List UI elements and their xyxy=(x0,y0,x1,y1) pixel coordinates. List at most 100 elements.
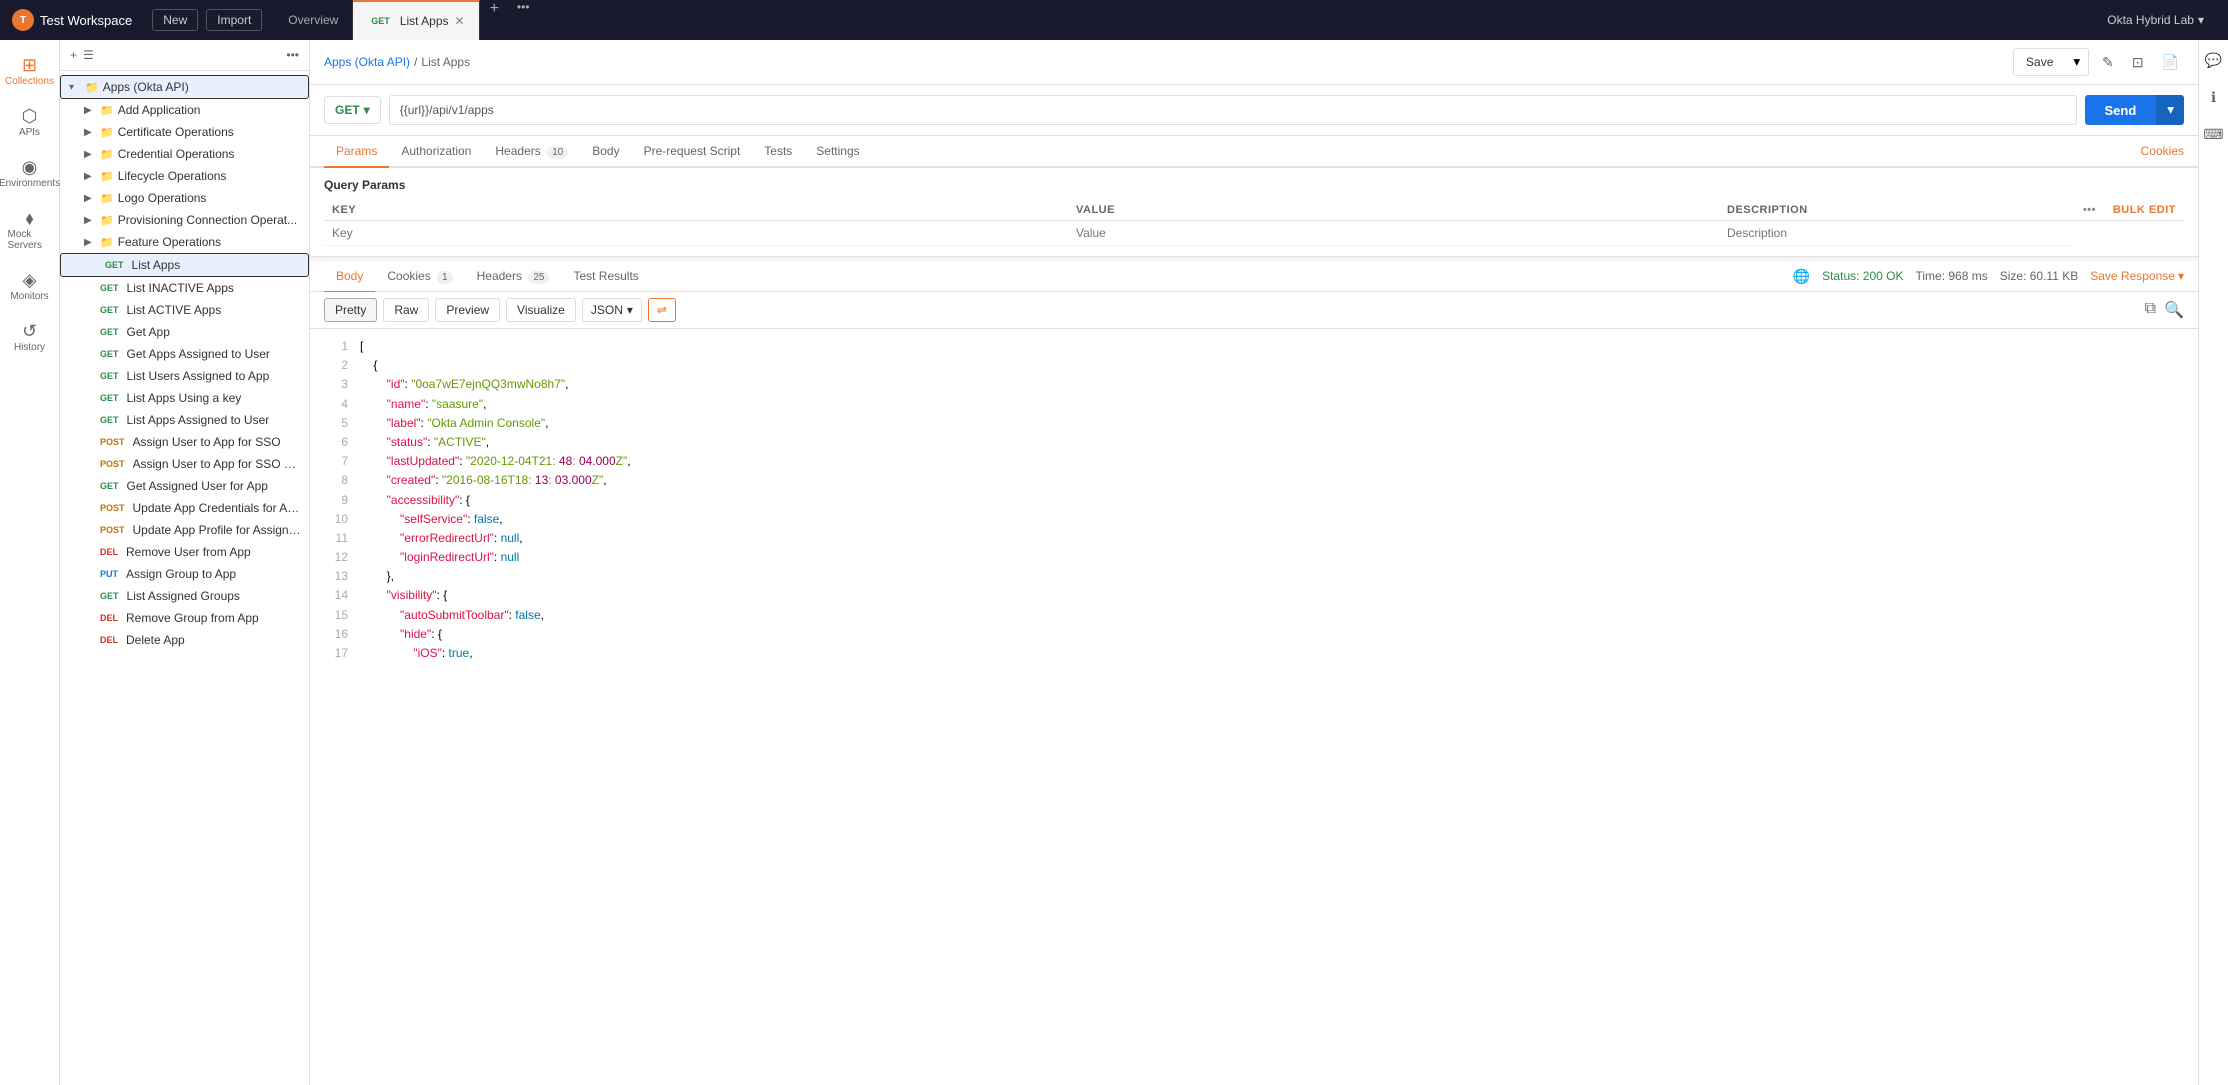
logo-icon: T xyxy=(12,9,34,31)
monitors-label: Monitors xyxy=(10,291,48,302)
format-select[interactable]: JSON ▾ xyxy=(582,298,642,322)
sidebar-item-remove-user[interactable]: DEL Remove User from App xyxy=(60,541,309,563)
save-response-button[interactable]: Save Response ▾ xyxy=(2090,269,2184,283)
view-preview-button[interactable]: Preview xyxy=(435,298,500,322)
sidebar-item-lifecycle[interactable]: ▶ 📁 Lifecycle Operations xyxy=(60,165,309,187)
save-dropdown-button[interactable]: ▾ xyxy=(2065,49,2088,75)
line-content: "errorRedirectUrl": null, xyxy=(360,529,2184,548)
line-number: 12 xyxy=(324,548,348,567)
edit-icon-button[interactable]: ✎ xyxy=(2097,49,2119,76)
sidebar-item-feature[interactable]: ▶ 📁 Feature Operations xyxy=(60,231,309,253)
nav-mock-servers[interactable]: ⬧ Mock Servers xyxy=(4,201,56,259)
sidebar-item-list-apps-user[interactable]: GET List Apps Assigned to User xyxy=(60,409,309,431)
close-tab-icon[interactable]: ✕ xyxy=(455,14,465,28)
sidebar-item-add-application[interactable]: ▶ 📁 Add Application xyxy=(60,99,309,121)
keyboard-icon[interactable]: ⌨ xyxy=(2199,122,2227,147)
collection-root[interactable]: ▾ 📁 Apps (Okta API) xyxy=(60,75,309,99)
line-number: 1 xyxy=(324,337,348,356)
resp-tab-body[interactable]: Body xyxy=(324,261,375,293)
tab-tests[interactable]: Tests xyxy=(752,136,804,168)
sidebar-item-certificate[interactable]: ▶ 📁 Certificate Operations xyxy=(60,121,309,143)
sidebar-item-assign-user-sso-p[interactable]: POST Assign User to App for SSO & P... xyxy=(60,453,309,475)
code-body: 1[2 {3 "id": "0oa7wE7ejnQQ3mwNo8h7",4 "n… xyxy=(310,329,2198,1085)
sidebar-item-list-inactive[interactable]: GET List INACTIVE Apps xyxy=(60,277,309,299)
arrow-logo: ▶ xyxy=(84,193,96,204)
bulk-edit-button[interactable]: Bulk Edit xyxy=(2113,204,2176,216)
tab-body[interactable]: Body xyxy=(580,136,631,168)
resp-tab-tests[interactable]: Test Results xyxy=(561,261,650,293)
sidebar-item-assign-user-sso[interactable]: POST Assign User to App for SSO xyxy=(60,431,309,453)
view-raw-button[interactable]: Raw xyxy=(383,298,429,322)
resp-tab-cookies[interactable]: Cookies 1 xyxy=(375,261,464,293)
view-pretty-button[interactable]: Pretty xyxy=(324,298,377,322)
nav-apis[interactable]: ⬡ APIs xyxy=(4,99,56,146)
sidebar-item-logo[interactable]: ▶ 📁 Logo Operations xyxy=(60,187,309,209)
line-number: 17 xyxy=(324,644,348,663)
list-icon[interactable]: ☰ xyxy=(83,48,94,62)
sidebar-item-update-cred[interactable]: POST Update App Credentials for Ass... xyxy=(60,497,309,519)
response-area: Body Cookies 1 Headers 25 Test Results 🌐… xyxy=(310,261,2198,1085)
resp-tab-headers[interactable]: Headers 25 xyxy=(465,261,562,293)
sidebar-item-assign-group[interactable]: PUT Assign Group to App xyxy=(60,563,309,585)
method-select[interactable]: GET ▾ xyxy=(324,96,381,124)
line-content: "iOS": true, xyxy=(360,644,2184,663)
add-icon[interactable]: + xyxy=(70,48,77,62)
view-visualize-button[interactable]: Visualize xyxy=(506,298,576,322)
nav-monitors[interactable]: ◈ Monitors xyxy=(4,263,56,310)
sidebar-item-list-active[interactable]: GET List ACTIVE Apps xyxy=(60,299,309,321)
info-icon[interactable]: ℹ xyxy=(2207,85,2220,110)
tab-params[interactable]: Params xyxy=(324,136,389,168)
sidebar-item-get-app[interactable]: GET Get App xyxy=(60,321,309,343)
key-input[interactable] xyxy=(332,226,1060,240)
sidebar-item-remove-group[interactable]: DEL Remove Group from App xyxy=(60,607,309,629)
line-number: 11 xyxy=(324,529,348,548)
nav-history[interactable]: ↺ History xyxy=(4,314,56,361)
tab-pre-request[interactable]: Pre-request Script xyxy=(632,136,753,168)
cookies-link[interactable]: Cookies xyxy=(2141,144,2184,158)
sidebar-item-get-assigned-user[interactable]: GET Get Assigned User for App xyxy=(60,475,309,497)
sidebar-item-list-apps-key[interactable]: GET List Apps Using a key xyxy=(60,387,309,409)
nav-environments[interactable]: ◉ Environments xyxy=(4,150,56,197)
save-button[interactable]: Save xyxy=(2014,50,2065,74)
param-row-empty xyxy=(324,221,2184,246)
more-icon[interactable]: ••• xyxy=(286,48,299,62)
file-icon-button[interactable]: 📄 xyxy=(2157,49,2184,76)
url-input[interactable] xyxy=(389,95,2077,125)
desc-input[interactable] xyxy=(1727,226,2067,240)
layout-icon-button[interactable]: ⊡ xyxy=(2127,49,2149,76)
send-button[interactable]: Send xyxy=(2085,95,2157,125)
breadcrumb-collection[interactable]: Apps (Okta API) xyxy=(324,55,410,69)
code-line: 13 }, xyxy=(324,567,2184,586)
new-button[interactable]: New xyxy=(152,9,198,31)
sidebar-item-credential[interactable]: ▶ 📁 Credential Operations xyxy=(60,143,309,165)
main-area: ⊞ Collections ⬡ APIs ◉ Environments ⬧ Mo… xyxy=(0,40,2228,1085)
nav-collections[interactable]: ⊞ Collections xyxy=(4,48,56,95)
badge-assign-user-sso: POST xyxy=(96,436,129,448)
search-icon[interactable]: 🔍 xyxy=(2164,300,2184,320)
wrap-button[interactable]: ⇌ xyxy=(648,298,676,322)
tab-authorization[interactable]: Authorization xyxy=(389,136,483,168)
overview-tab[interactable]: Overview xyxy=(274,0,353,40)
line-content: "status": "ACTIVE", xyxy=(360,433,2184,452)
import-button[interactable]: Import xyxy=(206,9,262,31)
sidebar-item-update-profile[interactable]: POST Update App Profile for Assigne... xyxy=(60,519,309,541)
sidebar-item-list-groups[interactable]: GET List Assigned Groups xyxy=(60,585,309,607)
badge-remove-group: DEL xyxy=(96,612,122,624)
copy-icon[interactable]: ⧉ xyxy=(2145,300,2156,320)
tab-settings[interactable]: Settings xyxy=(804,136,871,168)
tab-headers[interactable]: Headers 10 xyxy=(483,136,580,168)
workspace-selector[interactable]: Okta Hybrid Lab ▾ xyxy=(2095,13,2216,27)
send-dropdown-button[interactable]: ▾ xyxy=(2156,95,2184,125)
add-tab-button[interactable]: + xyxy=(480,0,509,40)
sidebar-item-delete-app[interactable]: DEL Delete App xyxy=(60,629,309,651)
comment-icon[interactable]: 💬 xyxy=(2201,48,2226,73)
sidebar-item-provisioning[interactable]: ▶ 📁 Provisioning Connection Operat... xyxy=(60,209,309,231)
sidebar-item-list-apps[interactable]: GET List Apps xyxy=(60,253,309,277)
line-number: 15 xyxy=(324,606,348,625)
badge-update-cred: POST xyxy=(96,502,129,514)
value-input[interactable] xyxy=(1076,226,1711,240)
more-tabs-button[interactable]: ••• xyxy=(509,0,538,40)
sidebar-item-get-apps-user[interactable]: GET Get Apps Assigned to User xyxy=(60,343,309,365)
sidebar-item-list-users-app[interactable]: GET List Users Assigned to App xyxy=(60,365,309,387)
list-apps-tab[interactable]: GET List Apps ✕ xyxy=(353,0,479,40)
